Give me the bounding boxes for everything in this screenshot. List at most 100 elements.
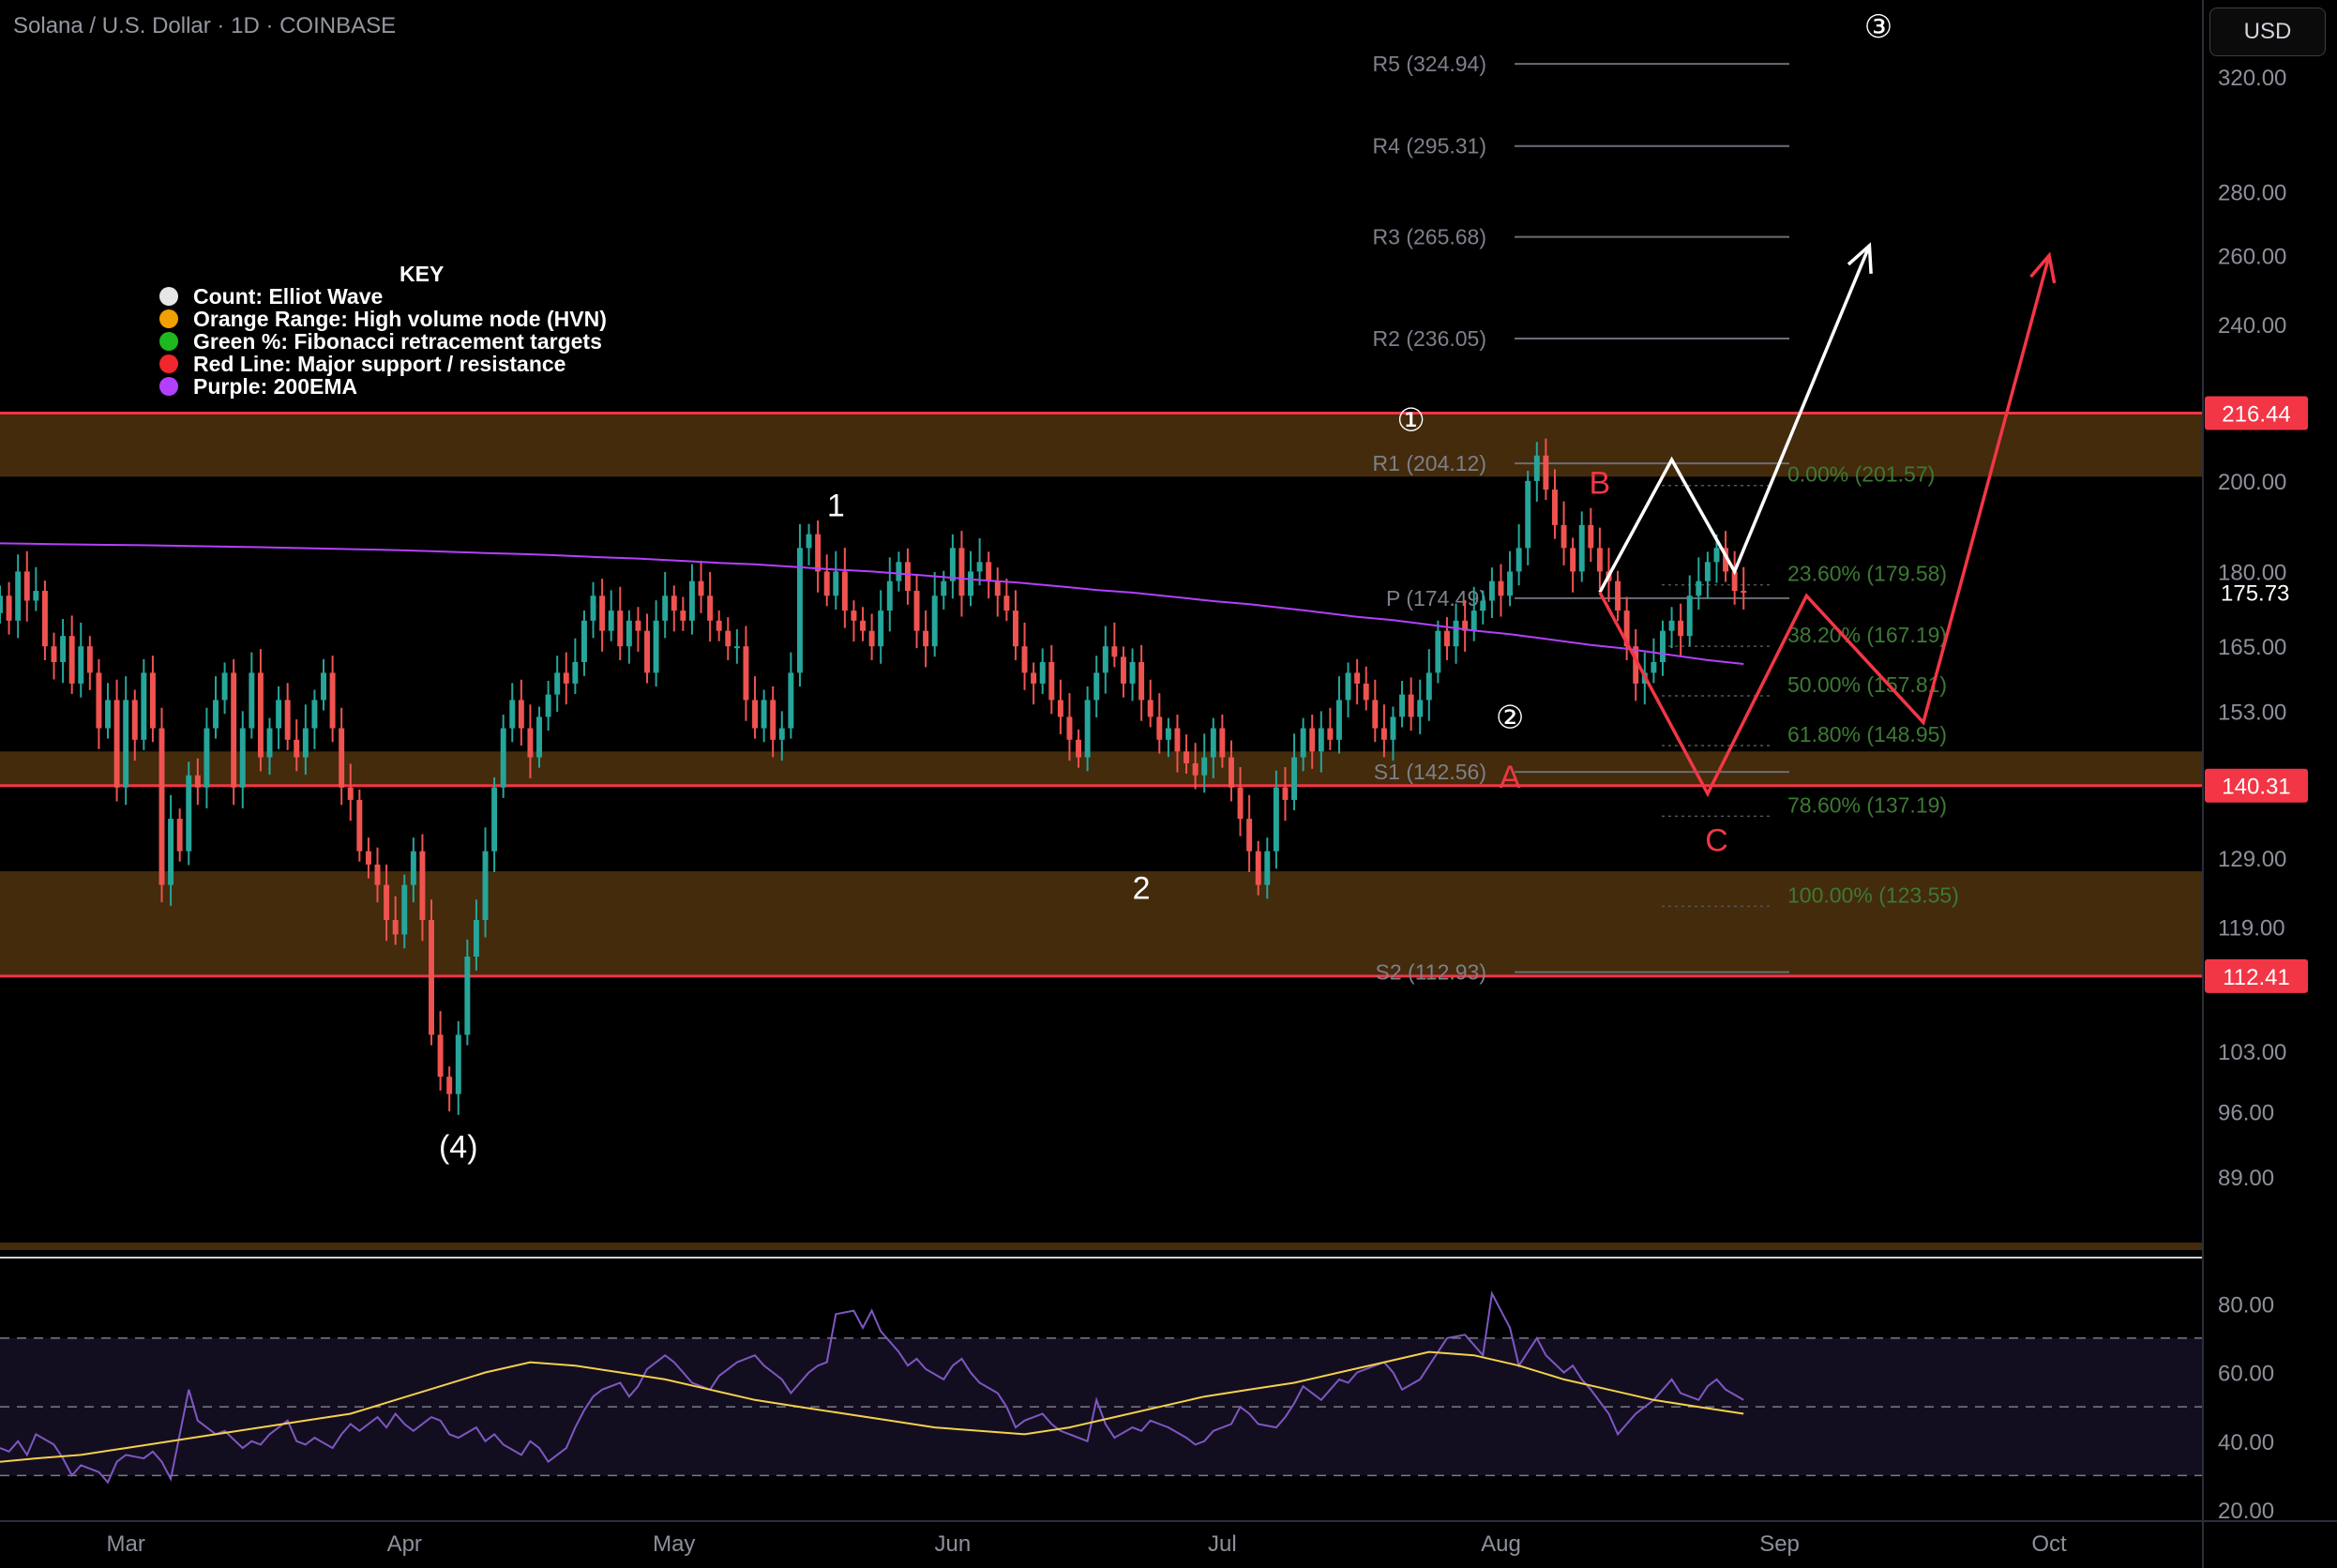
candle-body <box>1488 580 1495 601</box>
candle-body <box>527 728 534 758</box>
candle-body <box>1084 700 1091 758</box>
price-tag-label: 140.31 <box>2222 775 2290 800</box>
candle-body <box>1533 455 1540 481</box>
candle-body <box>707 596 714 621</box>
candle-body <box>580 620 587 662</box>
candle-body <box>1210 728 1216 758</box>
candle-body <box>1696 580 1702 596</box>
elliott-wave-label: (4) <box>439 1130 478 1166</box>
price-tick-label: 129.00 <box>2218 847 2286 872</box>
candle-body <box>204 728 210 788</box>
price-tick-label: 260.00 <box>2218 244 2286 269</box>
candle-body <box>752 700 758 729</box>
fib-label: 100.00% (123.55) <box>1787 882 1959 907</box>
candle-body <box>1237 787 1244 820</box>
candle-body <box>392 920 399 935</box>
candle-body <box>68 636 75 684</box>
fib-label: 23.60% (179.58) <box>1787 562 1947 586</box>
candle-body <box>1741 591 1747 594</box>
elliott-wave-label: A <box>1500 760 1521 795</box>
elliott-wave-label: ③ <box>1864 9 1892 45</box>
pivot-label: R4 (295.31) <box>1373 134 1486 158</box>
candle-body <box>716 620 722 631</box>
candle-body <box>1561 524 1567 549</box>
time-tick-label: Sep <box>1759 1531 1800 1557</box>
candle-body <box>1309 728 1316 752</box>
candle-body <box>51 646 57 662</box>
candle-body <box>1031 672 1037 684</box>
candle-body <box>446 1077 453 1094</box>
candle-body <box>186 775 192 852</box>
candle-body <box>1219 728 1226 758</box>
rsi-tick-label: 20.00 <box>2218 1499 2274 1524</box>
candle-body <box>239 728 246 788</box>
price-tick-label: 200.00 <box>2218 470 2286 495</box>
candle-body <box>1147 700 1153 717</box>
candle-body <box>770 700 776 740</box>
pivot-label: S1 (142.56) <box>1374 760 1486 784</box>
price-tag-label: 112.41 <box>2223 965 2290 990</box>
pivot-label: R3 (265.68) <box>1373 225 1486 249</box>
pivot-label: R1 (204.12) <box>1373 451 1486 475</box>
candle-body <box>1470 611 1477 631</box>
rsi-tick-label: 80.00 <box>2218 1292 2274 1318</box>
candle-body <box>1003 596 1010 611</box>
candle-body <box>1048 661 1055 701</box>
candle-body <box>976 562 983 572</box>
candle-body <box>823 571 830 596</box>
candle-body <box>671 596 677 611</box>
candle-body <box>1021 646 1028 673</box>
candle-body <box>1156 716 1163 740</box>
candle-body <box>554 672 561 695</box>
candle-body <box>1066 716 1073 740</box>
candle-body <box>599 596 606 631</box>
candle-body <box>1057 700 1063 717</box>
candle-body <box>1111 646 1118 657</box>
candle-body <box>194 775 201 788</box>
candle-body <box>841 571 848 611</box>
price-tick-label: 240.00 <box>2218 313 2286 339</box>
candle-body <box>347 787 354 800</box>
candle-body <box>761 700 767 729</box>
price-tick-label: 320.00 <box>2218 66 2286 91</box>
candle-body <box>0 596 3 613</box>
candle-body <box>284 700 291 740</box>
candle-body <box>500 728 506 788</box>
price-tick-label: 280.00 <box>2218 181 2286 206</box>
candle-body <box>339 728 345 788</box>
candle-body <box>1480 600 1486 611</box>
elliott-wave-label: ② <box>1496 701 1524 736</box>
candle-body <box>231 672 237 788</box>
candle-body <box>1668 620 1675 631</box>
candle-body <box>311 700 318 729</box>
candle-body <box>1138 661 1145 701</box>
candle-body <box>931 596 938 647</box>
candle-body <box>158 728 165 885</box>
time-tick-label: Jul <box>1208 1531 1237 1557</box>
fib-label: 78.60% (137.19) <box>1787 792 1947 817</box>
candle-body <box>1246 819 1253 852</box>
candle-body <box>1076 739 1082 758</box>
candle-body <box>1552 490 1558 525</box>
candle-body <box>429 920 434 1035</box>
candle-body <box>1390 716 1396 740</box>
candle-body <box>176 819 183 852</box>
candle-body <box>1615 580 1621 611</box>
candle-body <box>617 611 624 647</box>
candle-body <box>365 851 371 865</box>
candle-body <box>923 630 929 647</box>
candle-body <box>419 851 426 921</box>
candle-body <box>1704 562 1711 581</box>
candle-body <box>1273 787 1279 852</box>
candle-body <box>1039 661 1046 684</box>
price-tick-label: 103.00 <box>2218 1040 2286 1065</box>
rsi-tick-label: 60.00 <box>2218 1362 2274 1387</box>
elliott-wave-label: 1 <box>827 488 845 523</box>
price-chart[interactable]: R5 (324.94) R4 (295.31) R3 (265.68) R2 (236… <box>0 0 2337 1568</box>
price-tick-label: 89.00 <box>2218 1166 2274 1191</box>
candle-body <box>1300 728 1306 758</box>
candle-body <box>913 591 920 631</box>
candle-body <box>904 562 911 592</box>
pivot-label: S2 (112.93) <box>1376 960 1486 985</box>
candle-body <box>1507 571 1514 596</box>
